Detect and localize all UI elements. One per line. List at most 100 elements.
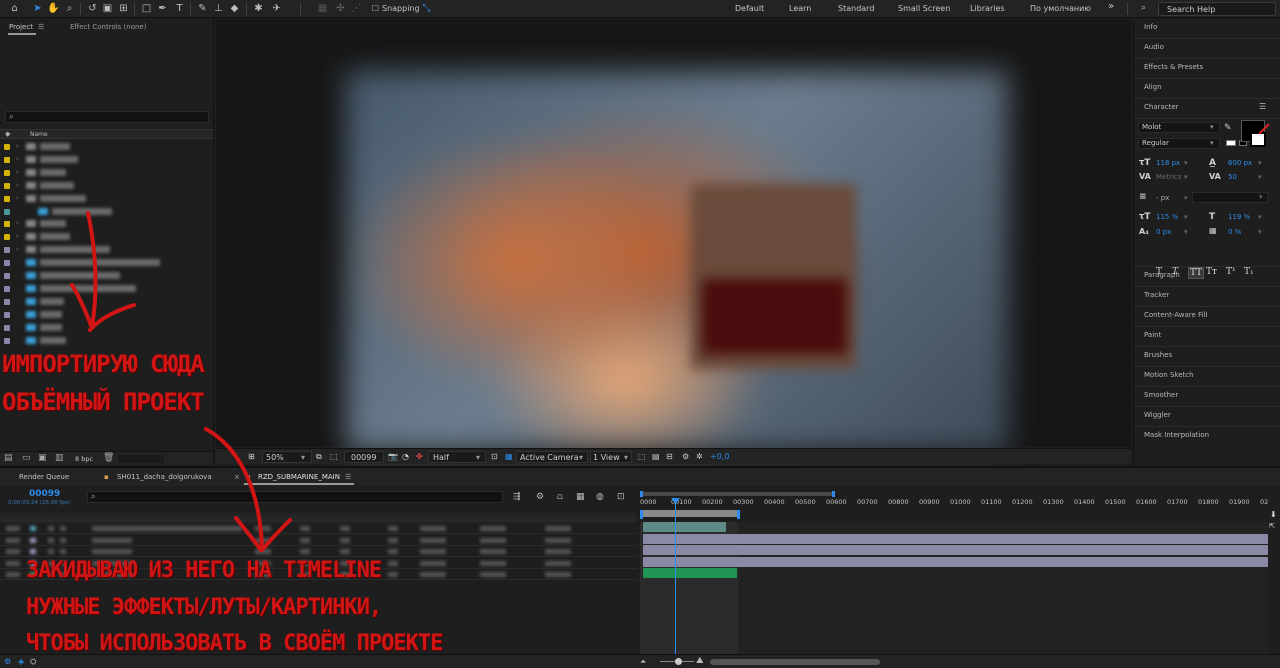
label-color-swatch[interactable]	[4, 208, 10, 215]
composition-viewer[interactable]	[216, 19, 1131, 451]
local-axis-icon[interactable]: ▦	[316, 2, 329, 15]
zoom-in-icon[interactable]: ⛰	[696, 656, 704, 666]
label-color-swatch[interactable]	[4, 298, 10, 305]
expand-arrow-icon[interactable]: ›	[16, 155, 19, 163]
timeline-search-input[interactable]: ⌕	[87, 491, 503, 503]
label-color-swatch[interactable]	[4, 311, 10, 318]
list-item[interactable]: ›	[0, 231, 213, 243]
layer-bar-1[interactable]	[643, 522, 726, 532]
close-tab-icon[interactable]: ×	[234, 473, 240, 481]
table-row[interactable]	[0, 535, 637, 546]
world-axis-icon[interactable]: ✣	[334, 2, 347, 15]
project-search-input[interactable]: ⌕	[5, 111, 209, 123]
comp-marker-bin-icon[interactable]: ⬇	[1270, 510, 1277, 519]
timeline-menu-icon[interactable]: ☰	[345, 473, 351, 481]
work-area-end-handle[interactable]	[737, 510, 740, 519]
tracking-value[interactable]: 50	[1228, 173, 1237, 181]
roto-brush-tool-icon[interactable]: ✱	[252, 2, 265, 15]
label-color-swatch[interactable]	[4, 221, 10, 228]
layer-bar-2[interactable]	[643, 534, 1268, 544]
stroke-color-swatch[interactable]	[1250, 132, 1266, 147]
all-caps-button[interactable]: TT	[1188, 267, 1205, 279]
tab-rzd-submarine-main[interactable]: RZD_SUBMARINE_MAIN	[258, 473, 340, 481]
comp-mini-flowchart-icon[interactable]: ⇶	[513, 492, 521, 502]
panel-effects-presets[interactable]: Effects & Presets	[1144, 63, 1203, 71]
project-settings-icon[interactable]: ▥	[55, 453, 64, 463]
expand-arrow-icon[interactable]: ›	[16, 245, 19, 253]
layer-bar-4[interactable]	[643, 557, 1268, 567]
label-color-swatch[interactable]	[4, 156, 10, 163]
trash-icon[interactable]: 🗑	[103, 453, 114, 463]
panel-motion-sketch[interactable]: Motion Sketch	[1144, 371, 1194, 379]
search-help-input[interactable]: Search Help	[1158, 2, 1276, 16]
new-folder-icon[interactable]: ▭	[22, 453, 31, 463]
work-area-bar[interactable]	[640, 510, 740, 519]
label-color-swatch[interactable]	[4, 273, 10, 279]
font-family-dropdown[interactable]: Molot	[1138, 122, 1220, 133]
panel-paragraph[interactable]: Paragraph	[1144, 271, 1180, 279]
view-layout-dropdown[interactable]: 1 View ▾	[590, 451, 632, 463]
hide-shy-layers-icon[interactable]: ⩍	[557, 492, 563, 502]
mask-visibility-icon[interactable]: ⬚	[330, 452, 338, 461]
frame-blending-icon[interactable]: ▦	[576, 492, 585, 502]
column-name[interactable]: Name	[30, 131, 48, 138]
panel-audio[interactable]: Audio	[1144, 43, 1164, 51]
list-item[interactable]: ›	[0, 180, 213, 192]
label-color-swatch[interactable]	[4, 285, 10, 292]
stroke-width-value[interactable]: - px	[1156, 194, 1169, 202]
navigator-end-handle[interactable]	[832, 491, 835, 497]
snap-settings-icon[interactable]: ⤡	[420, 2, 433, 15]
layer-tracks[interactable]	[640, 522, 1268, 656]
exposure-value[interactable]: +0,0	[710, 452, 729, 461]
resolution-dropdown[interactable]: Half ▾	[428, 451, 486, 463]
tab-sh011-dacha[interactable]: SH011_dacha_dolgorukova	[117, 473, 212, 481]
camera-tool-icon[interactable]: ▣	[101, 2, 114, 15]
label-color-swatch[interactable]	[4, 247, 10, 254]
list-item[interactable]: ›	[0, 193, 213, 205]
timeline-icon[interactable]: ⊟	[666, 452, 673, 461]
panel-mask-interpolation[interactable]: Mask Interpolation	[1144, 431, 1209, 439]
font-size-value[interactable]: 118 px	[1156, 159, 1180, 167]
list-item[interactable]	[0, 335, 213, 347]
current-timecode[interactable]: 00099	[29, 489, 60, 499]
expand-arrow-icon[interactable]: ›	[16, 194, 19, 202]
expand-arrow-icon[interactable]: ›	[16, 142, 19, 150]
list-item[interactable]	[0, 309, 213, 321]
brush-tool-icon[interactable]: ✎	[196, 2, 209, 15]
selection-tool-icon[interactable]: ➤	[31, 2, 44, 15]
home-icon[interactable]: ⌂	[8, 2, 21, 15]
workspace-small-screen[interactable]: Small Screen	[898, 4, 950, 13]
interpret-footage-icon[interactable]: ▤	[4, 453, 13, 463]
work-area-start-handle[interactable]	[640, 510, 643, 519]
channel-rgb-icon[interactable]: ✤	[416, 452, 423, 461]
list-item[interactable]: ›	[0, 154, 213, 166]
label-color-swatch[interactable]	[4, 144, 10, 150]
puppet-tool-icon[interactable]: ✈	[270, 2, 283, 15]
label-color-swatch[interactable]	[4, 324, 10, 331]
show-snapshot-icon[interactable]: ◔	[402, 452, 409, 461]
flowchart-icon[interactable]: ⚙	[682, 452, 689, 461]
label-color-swatch[interactable]	[4, 182, 10, 189]
workspace-libraries[interactable]: Libraries	[970, 4, 1005, 13]
expand-arrow-icon[interactable]: ›	[16, 232, 19, 240]
tab-project[interactable]: Project	[9, 23, 33, 31]
snapping-checkbox-icon[interactable]: ☐	[369, 2, 382, 15]
label-color-swatch[interactable]	[4, 234, 10, 241]
motion-blur-icon[interactable]: ◍	[596, 492, 604, 502]
comp-button-icon[interactable]: ⇱	[1269, 522, 1275, 530]
zoom-tool-icon[interactable]: ⌕	[63, 2, 76, 15]
eyedropper-icon[interactable]: ✎	[1224, 123, 1232, 133]
workspace-learn[interactable]: Learn	[789, 4, 811, 13]
pen-tool-icon[interactable]: ✒	[156, 2, 169, 15]
zoom-out-icon[interactable]: ⏶	[640, 657, 646, 667]
label-color-swatch[interactable]	[4, 337, 10, 344]
clone-stamp-tool-icon[interactable]: ⊥	[212, 2, 225, 15]
panel-tracker[interactable]: Tracker	[1144, 291, 1169, 299]
list-item[interactable]	[0, 296, 213, 308]
current-time-field[interactable]: 00099	[344, 451, 384, 463]
snapshot-camera-icon[interactable]: 📷	[388, 452, 398, 461]
stroke-style-dropdown[interactable]	[1192, 192, 1268, 203]
tab-render-queue[interactable]: Render Queue	[19, 473, 69, 481]
list-item[interactable]	[0, 322, 213, 334]
timeline-scrollbar[interactable]	[710, 659, 880, 665]
